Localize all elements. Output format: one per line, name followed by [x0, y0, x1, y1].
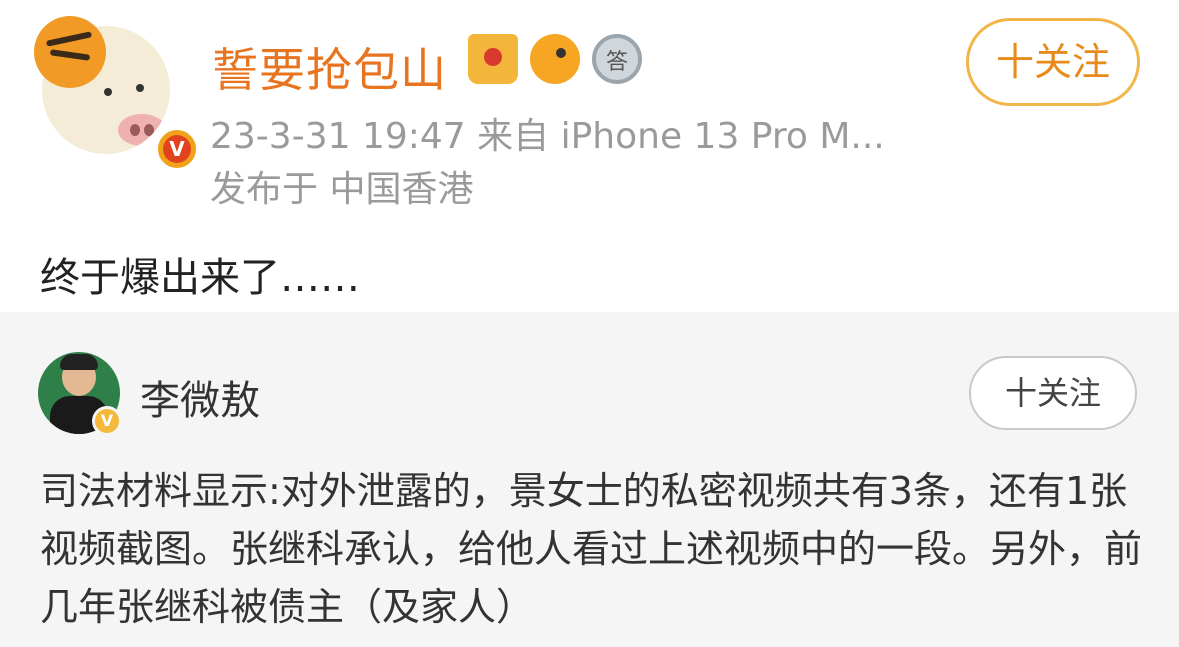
repost-follow-button[interactable]: 十关注: [969, 356, 1137, 430]
username[interactable]: 誓要抢包山: [212, 34, 447, 100]
verified-small-icon: V: [92, 406, 122, 436]
post-content: 终于爆出来了……: [40, 255, 360, 301]
crown-badge-icon[interactable]: [468, 34, 518, 84]
repost-content: 司法材料显示:对外泄露的，景女士的私密视频共有3条，还有1张视频截图。张继科承认…: [40, 469, 1143, 629]
post-time-source: 23-3-31 19:47 来自 iPhone 13 Pro M...: [210, 116, 885, 157]
repost-username[interactable]: 李微敖: [140, 368, 260, 426]
post-location: 发布于 中国香港: [210, 169, 474, 210]
reposted-card[interactable]: V 李微敖 十关注 司法材料显示:对外泄露的，景女士的私密视频共有3条，还有1张…: [0, 312, 1179, 647]
user-badges: 答: [468, 34, 642, 84]
original-post: V 誓要抢包山 答 23-3-31 19:47 来自 iPhone 13 Pro…: [0, 0, 1179, 312]
user-avatar[interactable]: V: [34, 16, 200, 172]
tiger-icon: [34, 16, 106, 88]
verified-badge-icon: V: [154, 126, 200, 172]
medal-badge-icon[interactable]: 答: [592, 34, 642, 84]
fish-badge-icon[interactable]: [530, 34, 580, 84]
follow-button[interactable]: 十关注: [966, 18, 1140, 106]
